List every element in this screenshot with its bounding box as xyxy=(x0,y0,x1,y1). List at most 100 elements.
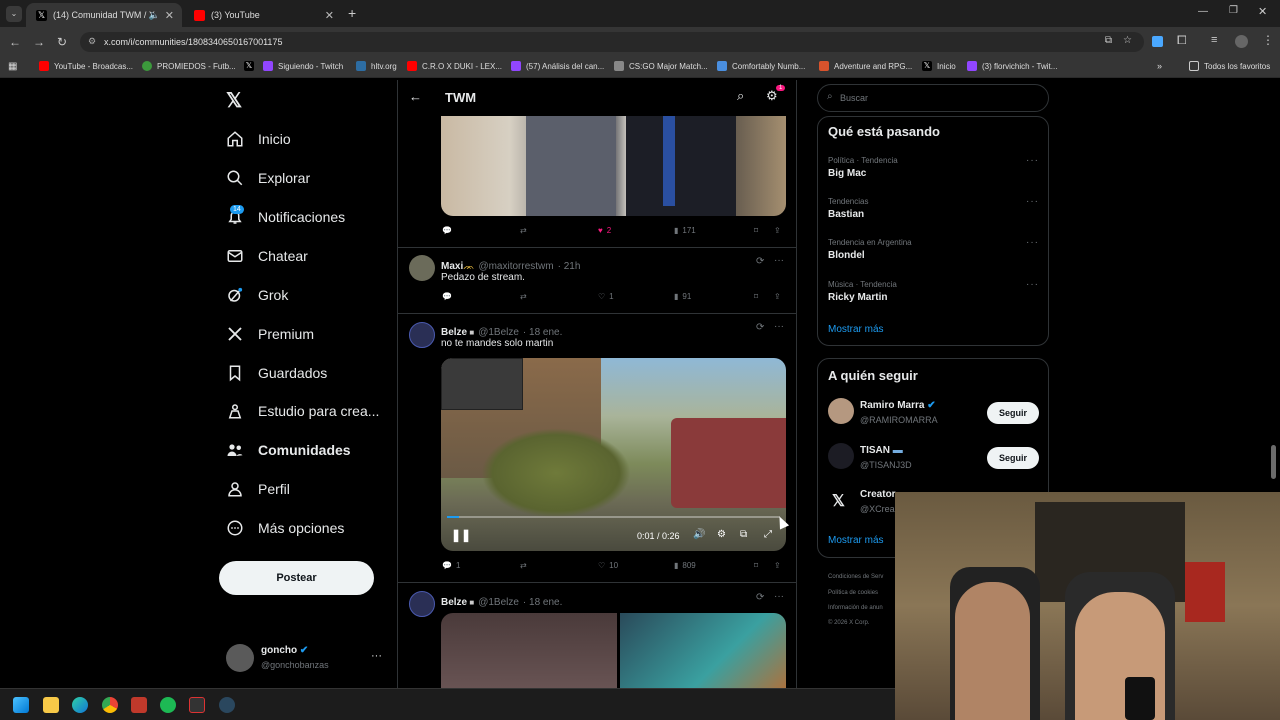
bookmark-item[interactable]: Adventure and RPG... xyxy=(819,61,912,71)
tweet-more-icon[interactable]: ··· xyxy=(774,591,784,602)
post-button[interactable]: Postear xyxy=(219,561,374,595)
views-icon[interactable]: ▮ 171 xyxy=(674,226,696,235)
follow-button[interactable]: Seguir xyxy=(987,447,1039,469)
bookmark-icon[interactable]: ⌑ xyxy=(754,226,758,235)
author-name[interactable]: Belze xyxy=(441,597,467,608)
retweet-icon[interactable]: ⇄ xyxy=(520,292,527,301)
bookmark-star-icon[interactable]: ☆ xyxy=(1123,35,1132,46)
avatar[interactable] xyxy=(409,591,435,617)
browser-menu-icon[interactable]: ⋮ xyxy=(1262,33,1274,47)
nav-bookmarks[interactable]: Guardados xyxy=(226,364,327,382)
reply-icon[interactable]: 💬 xyxy=(442,226,456,235)
close-window-button[interactable]: ✕ xyxy=(1258,5,1267,18)
trend-more-icon[interactable]: ··· xyxy=(1026,155,1039,166)
nav-chat[interactable]: Chatear xyxy=(226,247,308,265)
search-icon[interactable]: ⌕ xyxy=(737,88,744,104)
trend-item[interactable]: Big Mac xyxy=(828,168,866,179)
app-icon[interactable] xyxy=(189,697,205,713)
site-info-icon[interactable]: ⚙ xyxy=(88,36,96,47)
follow-button[interactable]: Seguir xyxy=(987,402,1039,424)
tweet-more-icon[interactable]: ··· xyxy=(774,255,784,266)
video-settings-icon[interactable]: ⚙ xyxy=(717,529,726,540)
nav-communities[interactable]: Comunidades xyxy=(226,441,351,459)
bookmark-item[interactable]: 𝕏 xyxy=(244,61,259,71)
author-handle[interactable]: @1Belze xyxy=(478,327,519,338)
search-box[interactable]: ⌕ Buscar xyxy=(817,84,1049,112)
spotify-icon[interactable] xyxy=(160,697,176,713)
share-icon[interactable]: ⇪ xyxy=(774,561,781,570)
media-control-icon[interactable]: ≡ xyxy=(1211,34,1217,46)
share-icon[interactable]: ⇪ xyxy=(774,292,781,301)
author-handle[interactable]: @1Belze xyxy=(478,597,519,608)
retweet-icon[interactable]: ⇄ xyxy=(520,561,527,570)
maximize-button[interactable]: ❐ xyxy=(1229,5,1238,16)
reload-icon[interactable]: ↻ xyxy=(57,35,67,49)
app-icon[interactable] xyxy=(131,697,147,713)
pip-icon[interactable]: ⧉ xyxy=(740,529,747,540)
file-explorer-icon[interactable] xyxy=(43,697,59,713)
tab-search-button[interactable]: ⌄ xyxy=(6,6,22,22)
trend-item[interactable]: Ricky Martin xyxy=(828,292,887,303)
avatar[interactable] xyxy=(409,322,435,348)
nav-profile[interactable]: Perfil xyxy=(226,480,290,498)
page-scrollbar[interactable] xyxy=(1271,445,1276,479)
author-name[interactable]: Maxi xyxy=(441,261,463,272)
back-icon[interactable]: ← xyxy=(9,35,21,49)
avatar[interactable] xyxy=(828,398,854,424)
settings-gear-icon[interactable]: ⚙ xyxy=(766,88,778,104)
apps-grid-icon[interactable]: ▦ xyxy=(8,61,17,72)
trend-more-icon[interactable]: ··· xyxy=(1026,237,1039,248)
video-progress-track[interactable] xyxy=(447,516,780,518)
bookmark-item[interactable]: hltv.org xyxy=(356,61,397,71)
bookmark-item[interactable]: YouTube - Broadcas... xyxy=(39,61,133,71)
close-tab-icon[interactable]: ✕ xyxy=(325,9,334,22)
nav-notifications[interactable]: Notificaciones xyxy=(226,208,345,226)
forward-icon[interactable]: → xyxy=(33,35,45,49)
bookmark-item[interactable]: Siguiendo - Twitch xyxy=(263,61,343,71)
windows-start-icon[interactable] xyxy=(13,697,29,713)
follow-name[interactable]: Ramiro Marra ✔ xyxy=(860,400,936,411)
tweet-image[interactable] xyxy=(620,613,786,688)
edge-icon[interactable] xyxy=(72,697,88,713)
account-more-icon[interactable]: ··· xyxy=(371,650,382,662)
address-bar[interactable]: ⚙ x.com/i/communities/180834065016700117… xyxy=(80,32,1144,52)
reply-icon[interactable]: 💬 1 xyxy=(442,561,460,570)
account-switcher[interactable]: goncho ✔ @gonchobanzas ··· xyxy=(226,644,386,674)
chrome-icon[interactable] xyxy=(102,697,118,713)
bookmark-item[interactable]: C.R.O X DUKI - LEX... xyxy=(407,61,502,71)
nav-grok[interactable]: Grok xyxy=(226,286,288,304)
new-tab-button[interactable]: + xyxy=(348,5,356,21)
minimize-button[interactable]: — xyxy=(1198,6,1208,17)
nav-creator-studio[interactable]: Estudio para crea... xyxy=(226,402,379,420)
install-icon[interactable]: ⧉ xyxy=(1105,35,1112,46)
like-icon[interactable]: ♥ 2 xyxy=(598,226,611,235)
steam-icon[interactable] xyxy=(219,697,235,713)
author-handle[interactable]: @maxitorrestwm xyxy=(478,261,553,272)
trend-more-icon[interactable]: ··· xyxy=(1026,196,1039,207)
close-tab-icon[interactable]: ✕ xyxy=(165,9,174,22)
trend-item[interactable]: Blondel xyxy=(828,250,865,261)
bookmark-item[interactable]: (3) florvichich - Twit... xyxy=(967,61,1057,71)
bookmark-item[interactable]: PROMIEDOS - Futb... xyxy=(142,61,236,71)
volume-icon[interactable]: 🔊 xyxy=(693,529,705,540)
like-icon[interactable]: ♡ 10 xyxy=(598,561,618,570)
follow-name[interactable]: Creator xyxy=(860,489,896,500)
nav-explore[interactable]: Explorar xyxy=(226,169,310,187)
all-bookmarks[interactable]: Todos los favoritos xyxy=(1189,61,1270,71)
tweet-more-icon[interactable]: ··· xyxy=(774,321,784,332)
profile-avatar-icon[interactable] xyxy=(1235,35,1248,48)
nav-more[interactable]: Más opciones xyxy=(226,519,344,537)
bookmark-item[interactable]: (57) Análisis del can... xyxy=(511,61,604,71)
follow-show-more[interactable]: Mostrar más xyxy=(828,535,884,546)
tweet-image[interactable] xyxy=(441,116,786,216)
trends-show-more[interactable]: Mostrar más xyxy=(828,324,884,335)
tab-twm[interactable]: 𝕏 (14) Comunidad TWM / X 🔈 ✕ xyxy=(26,3,182,27)
back-arrow-icon[interactable]: ← xyxy=(409,89,422,104)
footer-link[interactable]: Condiciones de Serv xyxy=(828,574,883,580)
bookmark-item[interactable]: Comfortably Numb... xyxy=(717,61,805,71)
bookmark-item[interactable]: CS:GO Major Match... xyxy=(614,61,708,71)
avatar[interactable] xyxy=(828,443,854,469)
share-icon[interactable]: ⇪ xyxy=(774,226,781,235)
avatar[interactable] xyxy=(409,255,435,281)
bookmark-item[interactable]: 𝕏 Inicio xyxy=(922,61,956,71)
